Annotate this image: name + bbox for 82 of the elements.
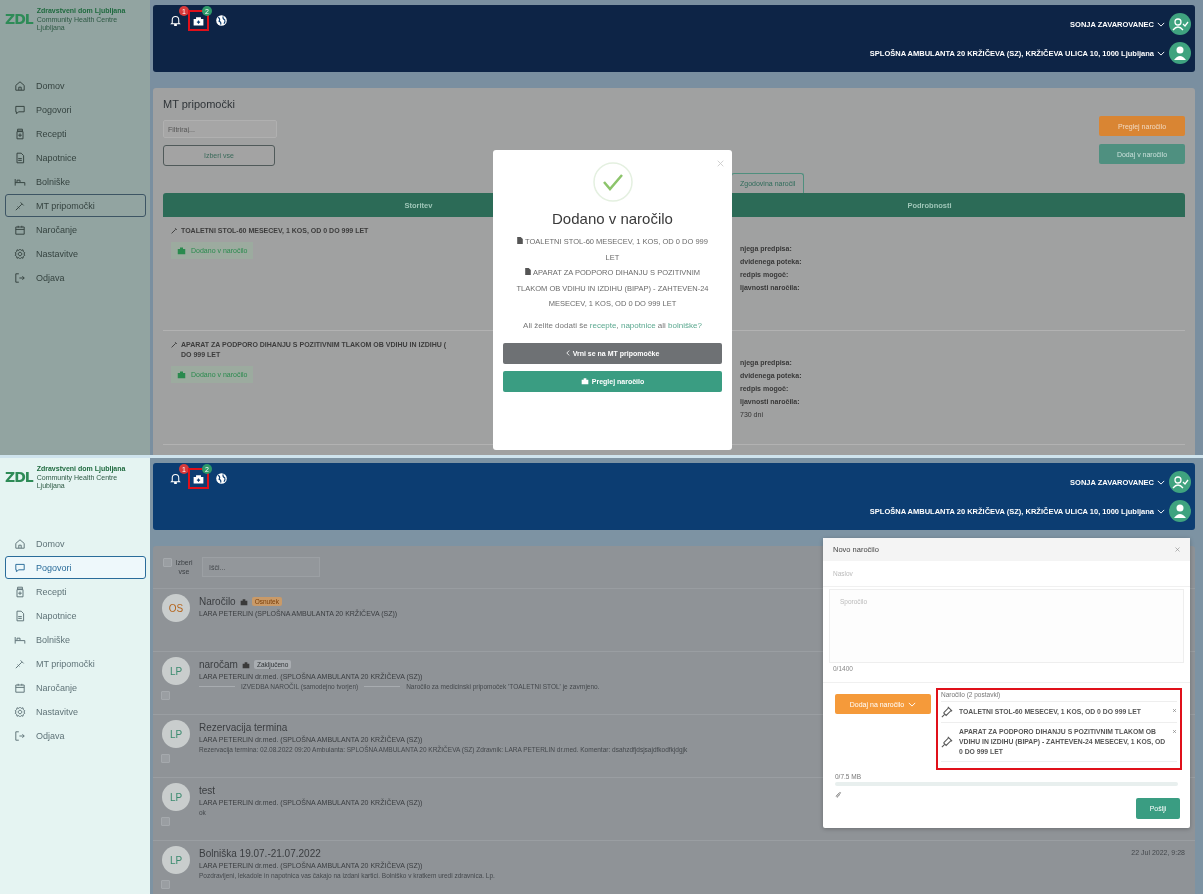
sidebar-item[interactable]: Naročanje — [5, 218, 146, 241]
link[interactable]: bolniške? — [668, 320, 702, 330]
sidebar-item[interactable]: Napotnice — [5, 146, 146, 169]
calendar-icon — [14, 681, 26, 694]
crutch-icon — [171, 227, 178, 234]
chevron-left-icon — [565, 350, 570, 356]
paperclip-icon[interactable] — [835, 791, 842, 798]
sidebar-item[interactable]: Naročanje — [5, 676, 146, 699]
sidebar-item[interactable]: Bolniške — [5, 628, 146, 651]
inbox-icon — [192, 14, 205, 27]
sidebar-item[interactable]: Bolniške — [5, 170, 146, 193]
bag-icon — [177, 246, 186, 255]
globe-icon — [215, 14, 228, 27]
sidebar-item[interactable]: Domov — [5, 74, 146, 97]
chevron-down-icon — [1157, 508, 1165, 514]
bell-icon — [169, 472, 182, 485]
chevron-down-icon — [1157, 50, 1165, 56]
crutch-icon — [171, 341, 178, 348]
doctor-avatar-icon[interactable] — [1169, 42, 1191, 64]
sidebar-item[interactable]: Domov — [5, 532, 146, 555]
chevron-down-icon — [908, 701, 917, 707]
gear-icon — [14, 247, 26, 260]
globe-icon — [215, 472, 228, 485]
remove-icon[interactable] — [1172, 708, 1177, 713]
logo-mark: ZDL — [5, 469, 33, 485]
user-avatar-icon[interactable] — [1169, 471, 1191, 493]
chevron-down-icon — [1157, 21, 1165, 27]
close-icon[interactable] — [1175, 547, 1180, 552]
sidebar-item[interactable]: Odjava — [5, 724, 146, 747]
conversation-title: test — [199, 785, 216, 796]
page-title: MT pripomočki — [163, 98, 236, 110]
home-icon — [14, 537, 26, 550]
crutch-icon — [14, 199, 26, 212]
initials-avatar: LP — [162, 846, 190, 874]
document-icon — [517, 237, 524, 244]
bag-icon — [580, 377, 589, 385]
sidebar-item[interactable]: Pogovori — [5, 556, 146, 579]
gear-icon — [14, 705, 26, 718]
calendar-icon — [14, 223, 26, 236]
inbox-icon — [192, 472, 205, 485]
sidebar-item[interactable]: MT pripomočki — [5, 194, 146, 217]
bell-icon — [169, 14, 182, 27]
close-icon[interactable] — [717, 160, 724, 167]
sidebar-item[interactable]: Nastavitve — [5, 242, 146, 265]
sidebar-item[interactable]: Napotnice — [5, 604, 146, 627]
logo-mark: ZDL — [5, 11, 33, 27]
sidebar-item[interactable]: Nastavitve — [5, 700, 146, 723]
initials-avatar: LP — [162, 657, 190, 685]
doctor-avatar-icon[interactable] — [1169, 500, 1191, 522]
logout-icon — [14, 729, 26, 742]
question-text: Ali želite dodati še recepte, napotnice ali bolniške? — [523, 319, 702, 331]
conversation-title: Rezervacija termina — [199, 722, 288, 733]
crutch-icon — [941, 736, 953, 748]
remove-icon[interactable] — [1172, 729, 1177, 734]
initials-avatar: LP — [162, 783, 190, 811]
pill-bottle-icon — [14, 127, 26, 140]
sidebar-item[interactable]: Recepti — [5, 122, 146, 145]
dialog-title: Dodano v naročilo — [552, 210, 673, 227]
logout-icon — [14, 271, 26, 284]
sidebar-item[interactable]: MT pripomočki — [5, 652, 146, 675]
conversation-title: Naročilo — [199, 596, 236, 607]
crutch-icon — [941, 706, 953, 718]
checkmark-icon — [592, 162, 633, 202]
conversation-title: naročam — [199, 659, 238, 670]
sidebar-item[interactable]: Pogovori — [5, 98, 146, 121]
conversation-title: Bolniška 19.07.-21.07.2022 — [199, 848, 321, 859]
initials-avatar: LP — [162, 720, 190, 748]
chat-icon — [14, 103, 26, 116]
link[interactable]: napotnice — [620, 320, 656, 330]
initials-avatar: OS — [162, 594, 190, 622]
home-icon — [14, 79, 26, 92]
sidebar-item[interactable]: Odjava — [5, 266, 146, 289]
bag-icon — [177, 370, 186, 379]
sidebar-item[interactable]: Recepti — [5, 580, 146, 603]
document-icon — [524, 268, 531, 275]
document-icon — [14, 151, 26, 164]
chat-icon — [14, 561, 26, 574]
crutch-icon — [14, 657, 26, 670]
chevron-down-icon — [1157, 479, 1165, 485]
user-avatar-icon[interactable] — [1169, 13, 1191, 35]
pill-bottle-icon — [14, 585, 26, 598]
document-icon — [14, 609, 26, 622]
